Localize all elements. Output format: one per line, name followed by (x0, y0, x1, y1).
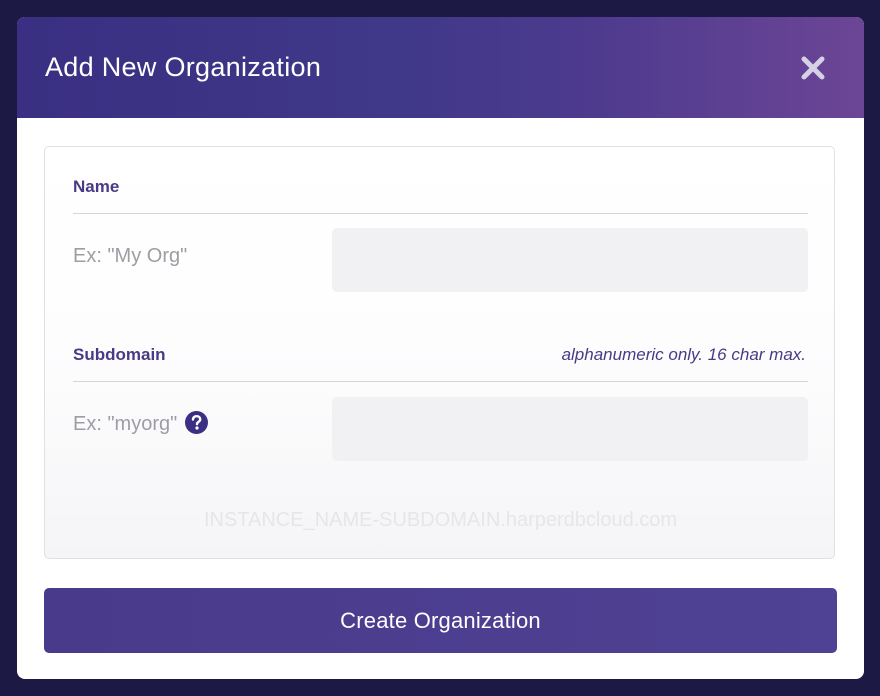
modal-title: Add New Organization (45, 52, 322, 82)
url-preview: INSTANCE_NAME-SUBDOMAIN.harperdbcloud.co… (203, 509, 678, 531)
name-divider (73, 213, 808, 214)
subdomain-divider (73, 381, 808, 382)
close-icon (801, 56, 825, 80)
create-organization-button[interactable]: Create Organization (44, 588, 837, 653)
subdomain-help-button[interactable] (185, 411, 209, 435)
close-button[interactable] (798, 53, 828, 83)
subdomain-section-label: Subdomain (73, 345, 166, 364)
name-section-label: Name (73, 177, 120, 196)
question-circle-icon (185, 411, 209, 435)
organization-form: Name Ex: "My Org" Subdomain alphanumeric… (44, 146, 835, 559)
subdomain-hint: alphanumeric only. 16 char max. (561, 345, 806, 364)
subdomain-input[interactable] (332, 397, 808, 461)
name-input[interactable] (332, 228, 808, 292)
add-organization-modal: Add New Organization Name Ex: "My Org" S… (17, 17, 864, 679)
subdomain-example-row: Ex: "myorg" (73, 411, 209, 437)
name-example-label: Ex: "My Org" (73, 245, 188, 267)
subdomain-example-label: Ex: "myorg" (73, 413, 178, 435)
modal-header: Add New Organization (17, 17, 864, 118)
